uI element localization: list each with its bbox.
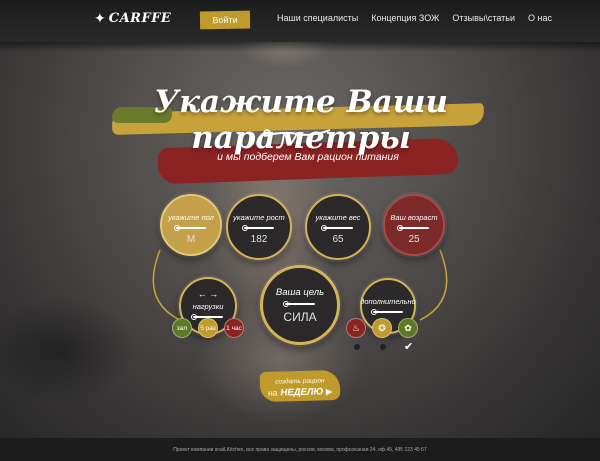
carrot-logo-icon: ✦ <box>94 10 106 26</box>
cta-prep: на <box>267 387 278 398</box>
extra-label: дополнительно <box>360 297 416 306</box>
login-button[interactable]: Войти <box>199 10 251 30</box>
fish-icon[interactable]: ❂ <box>372 318 392 338</box>
load-label: нагрузки <box>192 302 224 311</box>
divider-icon <box>397 225 429 232</box>
site-footer: Проект компании snaiLKitchen, все права … <box>0 438 600 461</box>
nav-specialists[interactable]: Наши специалисты <box>277 13 358 23</box>
divider-icon <box>371 309 403 316</box>
height-selector[interactable]: укажите рост 182 <box>226 194 292 260</box>
nav-reviews[interactable]: Отзывы\статьи <box>452 13 515 23</box>
load-option-duration[interactable]: 1 час <box>224 318 244 338</box>
age-label: Ваш возраст <box>390 213 438 222</box>
load-option-times[interactable]: 5 раз <box>198 318 218 338</box>
logo[interactable]: ✦ CARFFE <box>94 10 171 27</box>
load-option-gym[interactable]: зал <box>172 318 192 338</box>
age-value: 25 <box>408 234 420 246</box>
divider-icon <box>174 225 206 232</box>
page-subtitle: и мы подберем Вам рацион питания <box>217 151 399 163</box>
meat-icon[interactable]: ♨ <box>346 318 366 338</box>
main-nav: Наши специалисты Концепция ЗОЖ Отзывы\ст… <box>277 13 552 23</box>
footer-text: Проект компании snaiLKitchen, все права … <box>173 447 427 453</box>
divider-icon <box>242 225 274 232</box>
cta-line1: создать рацион <box>275 377 325 386</box>
logo-text: CARFFE <box>108 11 172 26</box>
nav-concept[interactable]: Концепция ЗОЖ <box>371 13 439 23</box>
sex-value: М <box>186 234 196 246</box>
nav-about[interactable]: О нас <box>528 13 552 23</box>
title-curl-decoration <box>263 129 331 137</box>
weight-label: укажите вес <box>315 213 361 222</box>
age-selector[interactable]: Ваш возраст 25 <box>383 194 445 256</box>
cta-line2: на НЕДЕЛЮ ▶ <box>260 386 340 399</box>
cta-period: НЕДЕЛЮ <box>280 386 324 399</box>
weight-selector[interactable]: укажите вес 65 <box>305 194 371 260</box>
check-icon[interactable]: ✔ <box>404 340 413 353</box>
arrows-icon: ← → <box>197 289 219 299</box>
background-shadow <box>0 260 200 440</box>
goal-label: Ваша цель <box>275 287 325 298</box>
weight-value: 65 <box>332 234 344 246</box>
height-label: укажите рост <box>233 213 285 222</box>
divider-icon <box>321 225 353 232</box>
page-title: Укажите Ваши параметры <box>153 84 449 156</box>
pagination-dot[interactable] <box>354 344 360 350</box>
sex-selector[interactable]: укажите пол М <box>160 194 222 256</box>
goal-value: СИЛА <box>283 310 317 325</box>
pagination-dot[interactable] <box>380 344 386 350</box>
arrow-right-icon: ▶ <box>325 386 333 397</box>
sex-label: укажите пол <box>168 213 214 222</box>
divider-icon <box>283 301 315 308</box>
height-value: 182 <box>250 234 268 246</box>
site-header: ✦ CARFFE Войти Наши специалисты Концепци… <box>0 0 600 52</box>
create-diet-button[interactable]: создать рацион на НЕДЕЛЮ ▶ <box>259 369 341 403</box>
carrot-icon[interactable]: ✿ <box>398 318 418 338</box>
goal-selector[interactable]: Ваша цель СИЛА <box>260 265 340 345</box>
